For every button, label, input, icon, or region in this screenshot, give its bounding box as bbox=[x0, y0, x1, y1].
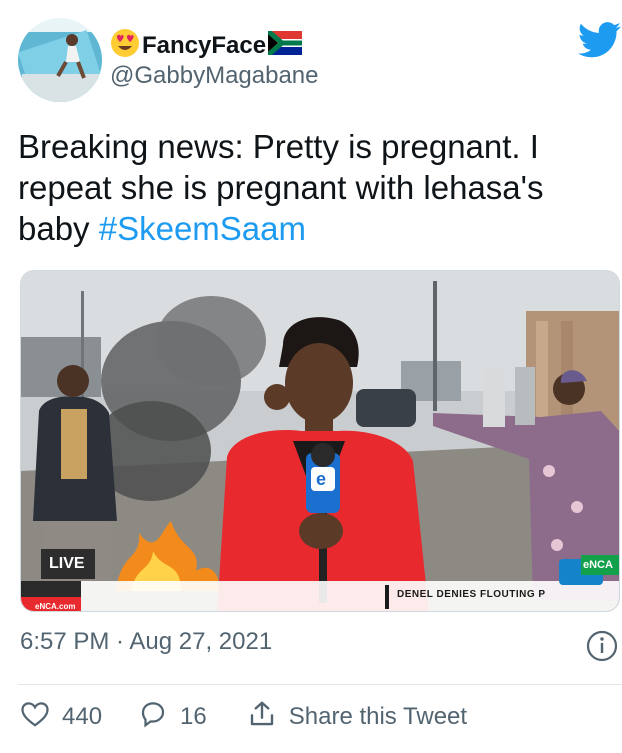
reply-count: 16 bbox=[180, 703, 207, 730]
tweet-actions: 440 16 Share this Tweet bbox=[20, 700, 467, 734]
media-channel-url: eNCA.com bbox=[35, 602, 76, 611]
avatar[interactable] bbox=[18, 18, 102, 102]
hashtag-link[interactable]: #SkeemSaam bbox=[99, 210, 306, 247]
media-channel-logo: eNCA bbox=[583, 559, 613, 571]
south-africa-flag-icon bbox=[266, 29, 303, 60]
name-row: FancyFace bbox=[110, 28, 303, 63]
share-label: Share this Tweet bbox=[288, 703, 468, 730]
media-ticker-text: DENEL DENIES FLOUTING P bbox=[397, 589, 546, 600]
user-handle[interactable]: @GabbyMagabane bbox=[110, 62, 319, 90]
share-icon bbox=[247, 699, 277, 736]
like-count: 440 bbox=[62, 703, 103, 730]
reply-button[interactable]: 16 bbox=[138, 699, 207, 736]
tweet-text: Breaking news: Pretty is pregnant. I rep… bbox=[18, 126, 608, 249]
display-name[interactable]: FancyFace bbox=[142, 32, 266, 60]
share-button[interactable]: Share this Tweet bbox=[247, 699, 467, 736]
like-button[interactable]: 440 bbox=[20, 699, 102, 736]
tweet-card: FancyFace @GabbyMagabane Breaking news: … bbox=[0, 0, 622, 753]
heart-eyes-emoji-icon bbox=[110, 28, 140, 63]
tweet-timestamp[interactable]: 6:57 PM · Aug 27, 2021 bbox=[20, 628, 272, 656]
reply-bubble-icon bbox=[138, 699, 168, 736]
tweet-media[interactable]: LIVE eNCA.com DENEL DENIES FLOUTING P eN… bbox=[20, 270, 620, 612]
info-icon[interactable] bbox=[586, 630, 618, 662]
divider bbox=[18, 684, 622, 685]
mic-flag-label: e bbox=[316, 469, 327, 489]
media-live-label: LIVE bbox=[49, 555, 85, 572]
heart-icon bbox=[20, 699, 50, 736]
twitter-bird-icon[interactable] bbox=[577, 22, 622, 58]
